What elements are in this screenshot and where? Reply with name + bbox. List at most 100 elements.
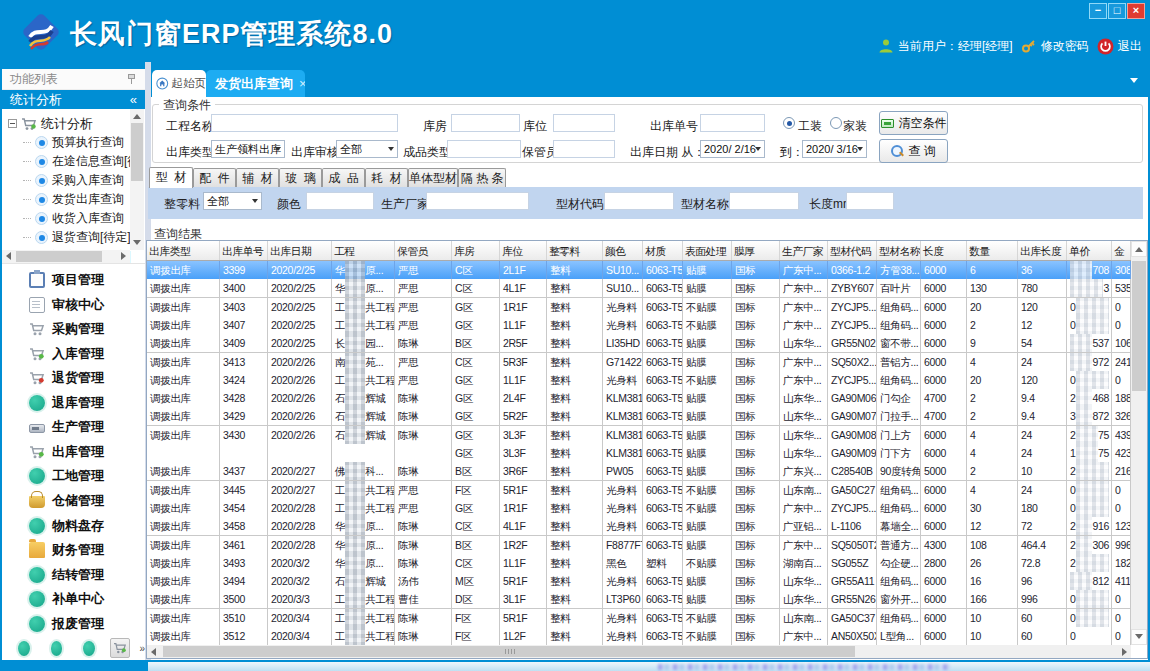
sidebar-module-7[interactable]: 生产管理: [2, 415, 145, 439]
sidebar-module-10[interactable]: 仓储管理: [2, 489, 145, 513]
sidebar-module-6[interactable]: 退库管理: [2, 391, 145, 415]
grid-vertical-scrollbar[interactable]: [1131, 241, 1147, 645]
warehouse-input[interactable]: [451, 114, 520, 132]
table-row[interactable]: 调拨出库33992020/2/25华原...严思C区2L1F整料SU10...6…: [147, 261, 1131, 280]
module-dot-icon[interactable]: [51, 641, 63, 656]
table-row[interactable]: 调拨出库34942020/3/2石辉城汤伟M区5R1F整料光身料6063-T5贴…: [147, 572, 1131, 591]
material-tab-2[interactable]: 配 件: [193, 168, 236, 188]
sidebar-group-header[interactable]: 统计分析 «: [2, 90, 145, 109]
sidebar-module-2[interactable]: 审核中心: [2, 293, 145, 317]
tree-root[interactable]: 统计分析: [8, 114, 93, 133]
material-tab-5[interactable]: 成 品: [322, 168, 365, 188]
product-type-input[interactable]: [447, 140, 521, 158]
material-tab-3[interactable]: 辅 材: [236, 168, 279, 188]
radio-jiazhuang[interactable]: [830, 117, 842, 129]
grid-column-header[interactable]: 膜厚: [732, 241, 780, 260]
grid-column-header[interactable]: 生产厂家: [780, 241, 828, 260]
tab-active[interactable]: 发货出库查询 ×: [206, 70, 305, 97]
grid-column-header[interactable]: 单价: [1067, 241, 1112, 260]
grid-column-header[interactable]: 材质: [643, 241, 683, 260]
grid-column-header[interactable]: 整零料: [547, 241, 603, 260]
grid-horizontal-scrollbar[interactable]: [147, 645, 1131, 658]
table-row[interactable]: 调拨出库34092020/2/25长园...陈琳B区2R5F整料LI35HD60…: [147, 334, 1131, 353]
date-to-picker[interactable]: 2020/ 3/16: [802, 140, 867, 158]
table-row[interactable]: 调拨出库34582020/2/28华原...陈琳C区4L1F整料光身料6063-…: [147, 517, 1131, 536]
sidebar-module-1[interactable]: 项目管理: [2, 268, 145, 292]
sidebar-module-3[interactable]: 采购管理: [2, 317, 145, 341]
tab-home[interactable]: 起始页: [152, 70, 206, 97]
date-from-picker[interactable]: 2020/ 2/16: [700, 140, 765, 158]
tree-item[interactable]: 收货入库查询: [23, 209, 124, 228]
sidebar-module-14[interactable]: 补单中心: [2, 587, 145, 611]
color-input[interactable]: [306, 192, 374, 210]
search-button[interactable]: 查 询: [879, 139, 948, 163]
project-name-input[interactable]: [211, 114, 398, 132]
name-input[interactable]: [729, 192, 799, 210]
tree-vertical-scrollbar[interactable]: [130, 109, 144, 250]
pin-icon[interactable]: [127, 73, 137, 85]
grid-column-header[interactable]: 库位: [500, 241, 547, 260]
table-row[interactable]: 调拨出库34002020/2/25华原...严思C区4L1F整料SU10...6…: [147, 279, 1131, 298]
table-row[interactable]: G区3L3F整料KLM38176063-T5贴膜国标山东华...GA90M09.…: [147, 444, 1131, 463]
grid-column-header[interactable]: 库房: [452, 241, 500, 260]
radio-gongzhuang[interactable]: [783, 117, 795, 129]
minimize-button[interactable]: −: [1089, 3, 1107, 19]
sidebar-module-5[interactable]: 退货管理: [2, 366, 145, 390]
sidebar-module-8[interactable]: 出库管理: [2, 440, 145, 464]
close-button[interactable]: ×: [1127, 3, 1145, 19]
code-input[interactable]: [604, 192, 674, 210]
grid-column-header[interactable]: 金: [1112, 241, 1131, 260]
order-no-input[interactable]: [700, 114, 765, 132]
grid-column-header[interactable]: 长度: [921, 241, 967, 260]
clear-button[interactable]: 清空条件: [879, 111, 948, 135]
table-row[interactable]: 调拨出库34292020/2/26石辉城陈琳G区5R2F整料KLM3817606…: [147, 407, 1131, 426]
table-row[interactable]: 调拨出库34032020/2/25工共工程严思G区1R1F整料光身料6063-T…: [147, 298, 1131, 317]
grid-column-header[interactable]: 出库日期: [268, 241, 332, 260]
table-row[interactable]: 调拨出库34542020/2/28工共工程严思G区1R1F整料光身料6063-T…: [147, 499, 1131, 518]
material-tab-8[interactable]: 隔 热 条: [458, 168, 506, 188]
table-row[interactable]: 调拨出库35002020/3/3工共工程曹佳D区3L1F整料LT3P606063…: [147, 590, 1131, 609]
table-row[interactable]: 调拨出库35122020/3/4工共工程陈琳F区1L2F整料光身料6063-T5…: [147, 627, 1131, 645]
sidebar-module-12[interactable]: 财务管理: [2, 538, 145, 562]
grid-column-header[interactable]: 工程: [332, 241, 395, 260]
tree-expander-icon[interactable]: [8, 119, 17, 128]
table-row[interactable]: 调拨出库34452020/2/27工共工程严思F区5R1F整料光身料6063-T…: [147, 481, 1131, 500]
material-tab-1[interactable]: 型 材: [149, 167, 193, 188]
grid-column-header[interactable]: 出库类型: [147, 241, 220, 260]
maximize-button[interactable]: □: [1108, 3, 1126, 19]
table-row[interactable]: 调拨出库34302020/2/26石辉城陈琳G区3L3F整料KLM3817606…: [147, 426, 1131, 445]
table-row[interactable]: 调拨出库34072020/2/25工共工程严思G区1L1F整料光身料6063-T…: [147, 316, 1131, 335]
tree-item[interactable]: 在途信息查询[待: [23, 152, 139, 171]
sidebar-module-4[interactable]: 入库管理: [2, 342, 145, 366]
sidebar-module-13[interactable]: 结转管理: [2, 563, 145, 587]
table-row[interactable]: 调拨出库34932020/3/2华原...陈琳C区1L1F整料黑色塑料不贴膜国标…: [147, 554, 1131, 573]
collapse-icon[interactable]: «: [130, 90, 137, 109]
table-row[interactable]: 调拨出库35102020/3/4工共工程陈琳F区5R1F整料光身料6063-T5…: [147, 609, 1131, 628]
maker-input[interactable]: [426, 192, 529, 210]
table-row[interactable]: 调拨出库34372020/2/27佛科...陈琳B区3R6F整料PW056063…: [147, 462, 1131, 481]
change-password-link[interactable]: 修改密码: [1041, 38, 1089, 55]
module-dot-icon[interactable]: [18, 641, 30, 656]
logout-link[interactable]: 退出: [1118, 38, 1142, 55]
grid-column-header[interactable]: 出库单号: [220, 241, 268, 260]
tree-item[interactable]: 预算执行查询: [23, 133, 124, 152]
grid-column-header[interactable]: 型材代码: [828, 241, 877, 260]
length-input[interactable]: [846, 192, 894, 210]
tree-item[interactable]: 采购入库查询: [23, 171, 124, 190]
grid-column-header[interactable]: 颜色: [603, 241, 643, 260]
table-row[interactable]: 调拨出库34132020/2/26南苑...严思C区5R3F整料G7142260…: [147, 353, 1131, 372]
sidebar-module-15[interactable]: 报废管理: [2, 612, 145, 636]
tree-horizontal-scrollbar[interactable]: [2, 250, 130, 263]
out-type-dropdown[interactable]: 生产领料出库: [211, 140, 285, 158]
module-cart-button[interactable]: [110, 638, 131, 658]
grid-column-header[interactable]: 出库长度: [1018, 241, 1067, 260]
grid-column-header[interactable]: 数量: [967, 241, 1018, 260]
table-row[interactable]: 调拨出库34242020/2/26工共工程严思G区1L1F整料光身料6063-T…: [147, 371, 1131, 390]
tree-item[interactable]: 发货出库查询: [23, 190, 124, 209]
table-row[interactable]: 调拨出库34612020/2/28华原...陈琳B区1R2F整料F8877FT6…: [147, 536, 1131, 555]
grid-column-header[interactable]: 保管员: [395, 241, 452, 260]
material-tab-7[interactable]: 单体型材: [408, 168, 458, 188]
material-tab-6[interactable]: 耗 材: [365, 168, 408, 188]
audit-dropdown[interactable]: 全部: [336, 140, 398, 158]
material-tab-4[interactable]: 玻 璃: [279, 168, 322, 188]
